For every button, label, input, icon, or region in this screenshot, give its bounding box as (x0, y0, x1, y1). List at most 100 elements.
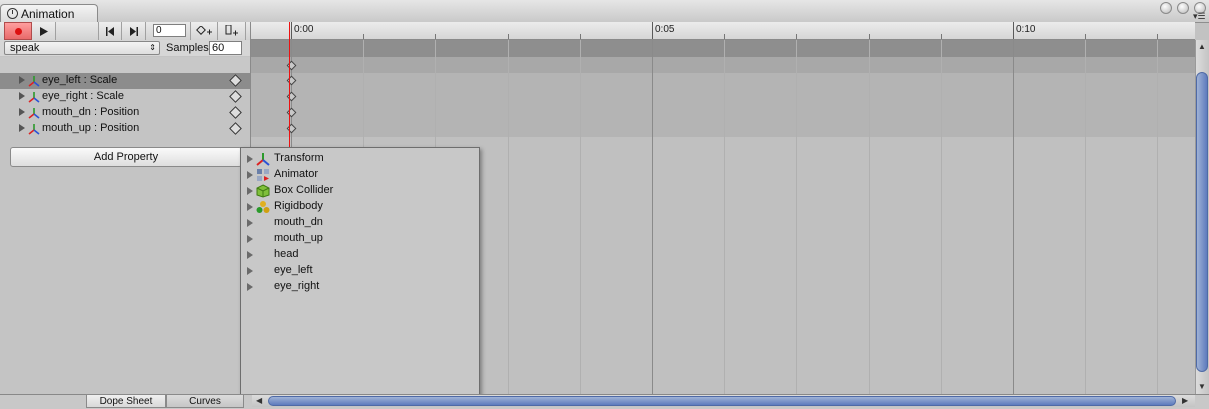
grid-clip-band (251, 40, 1195, 57)
menu-item-label: Box Collider (274, 184, 334, 196)
menu-item-label: mouth_dn (274, 216, 323, 228)
expand-triangle-icon (247, 187, 253, 195)
play-button[interactable] (32, 22, 56, 40)
add-key-icon[interactable] (229, 122, 242, 135)
expand-triangle-icon (247, 267, 253, 275)
property-row[interactable]: mouth_up : Position (0, 121, 250, 137)
ruler-major-tick (291, 22, 292, 39)
record-button[interactable] (4, 22, 32, 40)
grid-line (868, 40, 870, 394)
add-key-icon[interactable] (229, 74, 242, 87)
grid-line (1085, 40, 1087, 394)
expand-triangle-icon[interactable] (19, 124, 25, 132)
window-menu-icon[interactable]: ▾☰ (1193, 12, 1207, 21)
grid-line (940, 40, 942, 394)
menu-item-box-collider[interactable]: Box Collider (245, 183, 477, 199)
expand-triangle-icon[interactable] (19, 76, 25, 84)
samples-label: Samples (166, 42, 209, 54)
property-label: eye_right : Scale (42, 90, 124, 102)
grid-line (796, 40, 798, 394)
add-event-button[interactable] (218, 22, 246, 40)
clip-select[interactable]: speak ⇕ (4, 41, 160, 55)
expand-triangle-icon (247, 251, 253, 259)
menu-item-label: head (274, 248, 299, 260)
previous-keyframe-icon (105, 26, 114, 36)
samples-input[interactable]: 60 (209, 41, 242, 55)
menu-item-transform[interactable]: Transform (245, 151, 477, 167)
menu-item-label: eye_left (274, 264, 313, 276)
previous-keyframe-button[interactable] (98, 22, 122, 40)
ruler-tick-label: 0:05 (655, 24, 675, 35)
frame-input[interactable]: 0 (153, 24, 186, 37)
menu-item-animator[interactable]: Animator (245, 167, 477, 183)
menu-item-mouth-up[interactable]: mouth_up (245, 231, 477, 247)
scroll-up-icon[interactable]: ▲ (1198, 42, 1206, 51)
horizontal-scroll-thumb[interactable] (268, 396, 1176, 406)
next-keyframe-button[interactable] (122, 22, 146, 40)
timeline-ruler[interactable]: 0:000:050:100:150:200:250:300:350:400:45… (250, 22, 1195, 40)
grid-line (652, 40, 653, 394)
next-keyframe-icon (130, 26, 138, 36)
expand-triangle-icon (247, 203, 253, 211)
clock-icon (7, 8, 18, 19)
property-label: eye_left : Scale (42, 74, 118, 86)
menu-item-eye-left[interactable]: eye_left (245, 263, 477, 279)
menu-item-rigidbody[interactable]: Rigidbody (245, 199, 477, 215)
summary-row (0, 57, 250, 74)
tab-dope-sheet[interactable]: Dope Sheet (86, 394, 166, 408)
property-label: mouth_up : Position (42, 122, 140, 134)
tab-curves[interactable]: Curves (166, 394, 244, 408)
transform-axes-icon (28, 92, 40, 103)
ruler-tick-label: 0:00 (294, 24, 314, 35)
menu-item-mouth-dn[interactable]: mouth_dn (245, 215, 477, 231)
animation-tab[interactable]: Animation (0, 4, 98, 22)
scroll-left-icon[interactable]: ◀ (256, 396, 262, 405)
menu-item-eye-right[interactable]: eye_right (245, 279, 477, 295)
ruler-major-tick (1013, 22, 1014, 39)
grid-line (1013, 40, 1014, 394)
property-row[interactable]: eye_left : Scale (0, 73, 250, 89)
add-key-icon[interactable] (229, 106, 242, 119)
menu-item-head[interactable]: head (245, 247, 477, 263)
ruler-minor-tick (868, 34, 870, 39)
clip-name: speak (10, 42, 40, 54)
scroll-right-icon[interactable]: ▶ (1182, 396, 1188, 405)
grid-property-band (251, 73, 1195, 137)
grid-line (507, 40, 509, 394)
ruler-minor-tick (579, 34, 581, 39)
property-row[interactable]: eye_right : Scale (0, 89, 250, 105)
rigidbody-icon (256, 201, 270, 213)
ruler-minor-tick (435, 34, 437, 39)
box-collider-icon (256, 184, 270, 198)
add-event-icon (225, 25, 238, 36)
animator-icon (257, 169, 269, 181)
menu-item-label: eye_right (274, 280, 320, 292)
expand-triangle-icon[interactable] (19, 92, 25, 100)
expand-triangle-icon (247, 235, 253, 243)
add-property-button[interactable]: Add Property (10, 147, 242, 167)
ruler-minor-tick (1157, 34, 1159, 39)
vertical-scroll-thumb[interactable] (1196, 72, 1208, 372)
tab-label: Animation (21, 7, 75, 21)
zoom-window-button[interactable] (1177, 2, 1189, 14)
menu-item-label: Animator (274, 168, 319, 180)
grid-line (724, 40, 726, 394)
scroll-down-icon[interactable]: ▼ (1198, 382, 1206, 391)
property-label: mouth_dn : Position (42, 106, 140, 118)
play-icon (40, 26, 48, 36)
ruler-minor-tick (1085, 34, 1087, 39)
menu-item-label: Rigidbody (274, 200, 323, 212)
record-icon (14, 27, 22, 35)
add-key-icon[interactable] (229, 90, 242, 103)
add-keyframe-button[interactable] (190, 22, 218, 40)
expand-triangle-icon[interactable] (19, 108, 25, 116)
grid-line (1157, 40, 1159, 394)
transform-axes-icon (28, 76, 40, 87)
transform-axes-icon (28, 108, 40, 119)
expand-triangle-icon (247, 171, 253, 179)
menu-item-label: Transform (274, 152, 324, 164)
property-row[interactable]: mouth_dn : Position (0, 105, 250, 121)
expand-triangle-icon (247, 155, 253, 163)
menu-item-label: mouth_up (274, 232, 323, 244)
minimize-window-button[interactable] (1160, 2, 1172, 14)
